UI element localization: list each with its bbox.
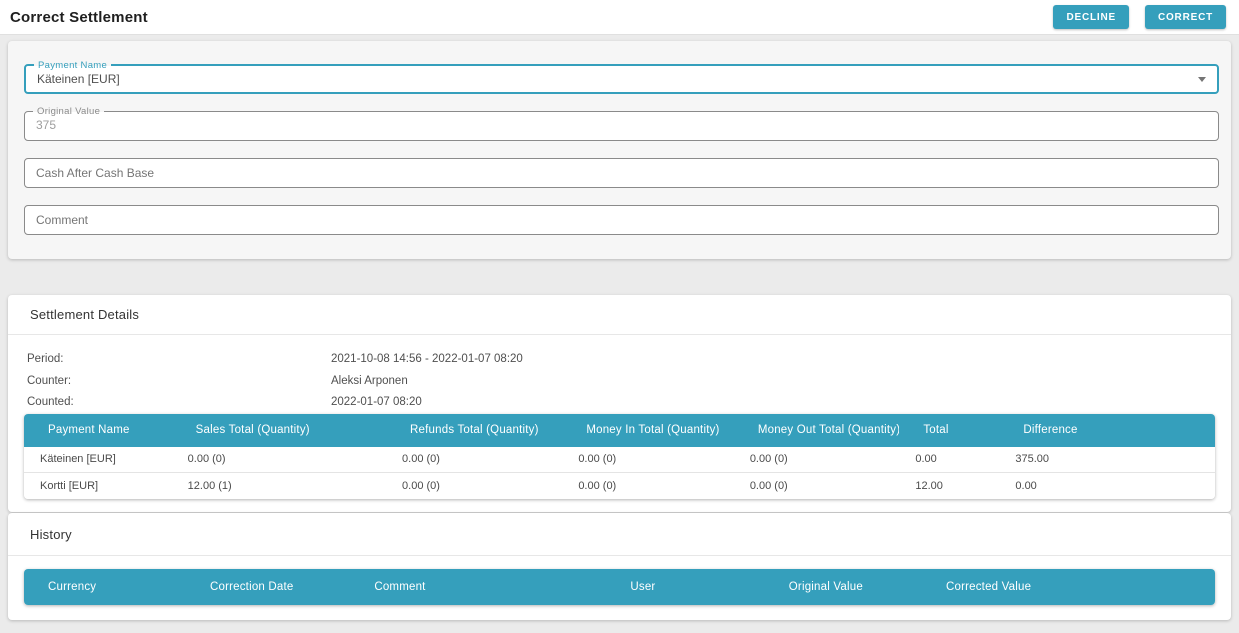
settlement-table-card: Payment Name Sales Total (Quantity) Refu… bbox=[24, 414, 1215, 499]
column-header: Payment Name bbox=[24, 414, 172, 447]
table-cell: 0.00 bbox=[899, 447, 999, 473]
original-value-text: 375 bbox=[36, 112, 56, 139]
original-value-field: Original Value 375 bbox=[24, 111, 1219, 141]
column-header: Sales Total (Quantity) bbox=[172, 414, 386, 447]
table-row: Käteinen [EUR] 0.00 (0) 0.00 (0) 0.00 (0… bbox=[24, 447, 1215, 473]
correction-form-card: Payment Name Käteinen [EUR] Original Val… bbox=[8, 41, 1231, 259]
period-label: Period: bbox=[27, 349, 331, 371]
counter-row: Counter: Aleksi Arponen bbox=[27, 371, 1231, 393]
column-header: Money In Total (Quantity) bbox=[562, 414, 734, 447]
history-card: History Currency Correction Date Comment… bbox=[8, 513, 1231, 620]
table-cell: 12.00 bbox=[899, 473, 999, 499]
top-bar-actions: DECLINE CORRECT bbox=[1053, 5, 1226, 29]
decline-button[interactable]: DECLINE bbox=[1053, 5, 1129, 29]
column-header: Difference bbox=[999, 414, 1215, 447]
counted-label: Counted: bbox=[27, 392, 331, 414]
table-cell: 0.00 (0) bbox=[562, 447, 734, 473]
settlement-table: Payment Name Sales Total (Quantity) Refu… bbox=[24, 414, 1215, 499]
counter-value: Aleksi Arponen bbox=[331, 371, 408, 393]
table-cell: 0.00 (0) bbox=[386, 473, 562, 499]
settlement-info-block: Period: 2021-10-08 14:56 - 2022-01-07 08… bbox=[8, 335, 1231, 414]
history-title: History bbox=[8, 513, 1231, 556]
column-header: Money Out Total (Quantity) bbox=[734, 414, 900, 447]
table-cell: 12.00 (1) bbox=[172, 473, 386, 499]
column-header: Refunds Total (Quantity) bbox=[386, 414, 562, 447]
payment-name-select[interactable]: Payment Name Käteinen [EUR] bbox=[24, 64, 1219, 94]
table-cell: 0.00 (0) bbox=[734, 473, 900, 499]
settlement-table-header-row: Payment Name Sales Total (Quantity) Refu… bbox=[24, 414, 1215, 447]
column-header: Corrected Value bbox=[922, 569, 1215, 605]
table-cell: 375.00 bbox=[999, 447, 1215, 473]
period-value: 2021-10-08 14:56 - 2022-01-07 08:20 bbox=[331, 349, 523, 371]
top-bar: Correct Settlement DECLINE CORRECT bbox=[0, 0, 1239, 35]
table-cell: 0.00 (0) bbox=[562, 473, 734, 499]
settlement-details-title: Settlement Details bbox=[8, 295, 1231, 335]
table-cell: Kortti [EUR] bbox=[24, 473, 172, 499]
column-header: Original Value bbox=[765, 569, 922, 605]
column-header: Currency bbox=[24, 569, 186, 605]
table-cell: 0.00 (0) bbox=[734, 447, 900, 473]
table-row: Kortti [EUR] 12.00 (1) 0.00 (0) 0.00 (0)… bbox=[24, 473, 1215, 499]
dropdown-caret-icon bbox=[1198, 77, 1206, 82]
counted-row: Counted: 2022-01-07 08:20 bbox=[27, 392, 1231, 414]
payment-name-value: Käteinen [EUR] bbox=[37, 66, 120, 93]
settlement-details-card: Settlement Details Period: 2021-10-08 14… bbox=[8, 295, 1231, 512]
column-header: Correction Date bbox=[186, 569, 350, 605]
counted-value: 2022-01-07 08:20 bbox=[331, 392, 422, 414]
history-table-header-row: Currency Correction Date Comment User Or… bbox=[24, 569, 1215, 605]
column-header: Total bbox=[899, 414, 999, 447]
comment-input[interactable] bbox=[24, 205, 1219, 235]
page-title: Correct Settlement bbox=[10, 9, 148, 26]
counter-label: Counter: bbox=[27, 371, 331, 393]
cash-after-cash-base-input[interactable] bbox=[24, 158, 1219, 188]
column-header: Comment bbox=[350, 569, 606, 605]
table-cell: Käteinen [EUR] bbox=[24, 447, 172, 473]
period-row: Period: 2021-10-08 14:56 - 2022-01-07 08… bbox=[27, 349, 1231, 371]
table-cell: 0.00 (0) bbox=[386, 447, 562, 473]
history-table: Currency Correction Date Comment User Or… bbox=[24, 569, 1215, 605]
table-cell: 0.00 bbox=[999, 473, 1215, 499]
history-table-card: Currency Correction Date Comment User Or… bbox=[24, 569, 1215, 605]
table-cell: 0.00 (0) bbox=[172, 447, 386, 473]
correct-button[interactable]: CORRECT bbox=[1145, 5, 1226, 29]
column-header: User bbox=[606, 569, 764, 605]
